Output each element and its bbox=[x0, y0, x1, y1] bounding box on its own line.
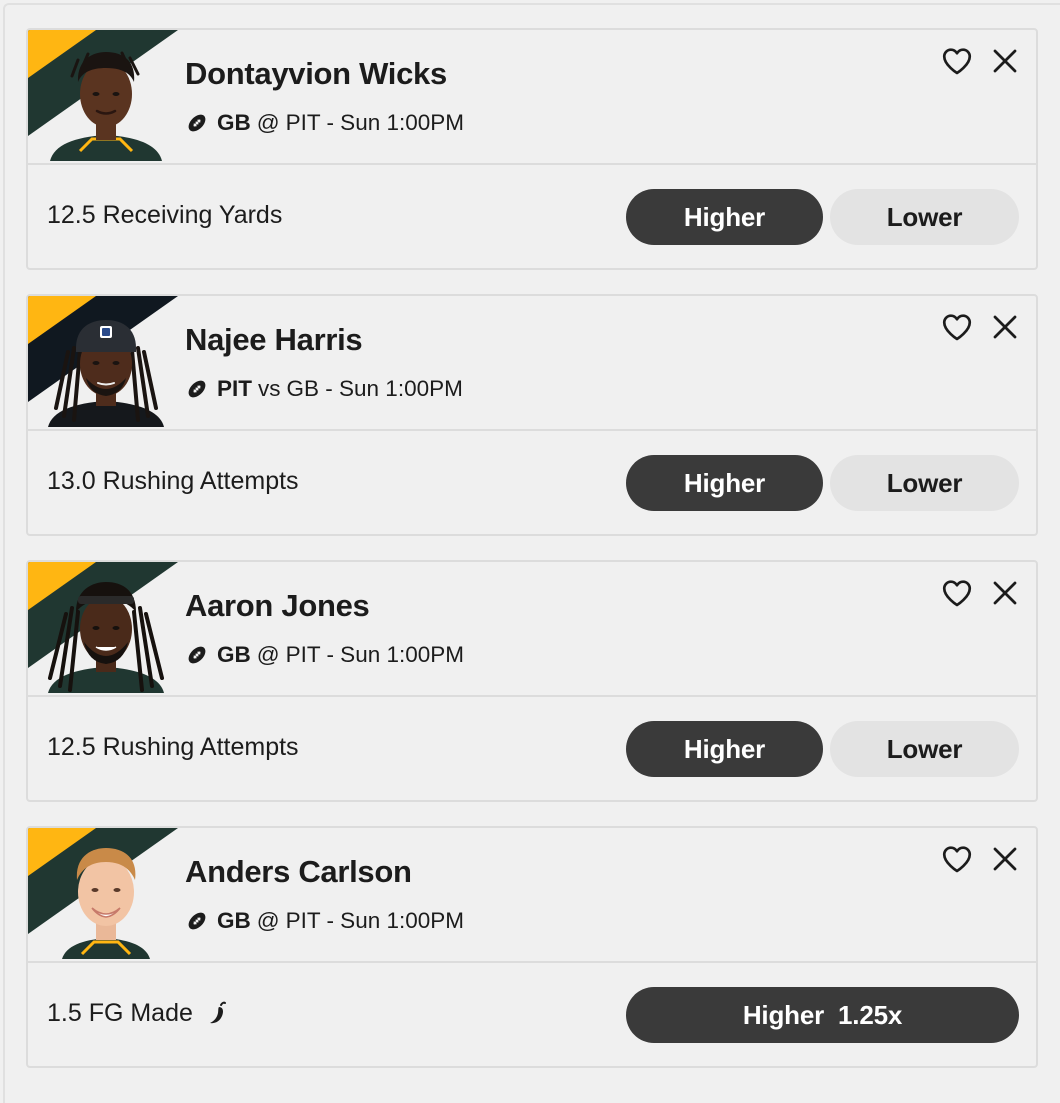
team-abbr: GB bbox=[217, 642, 251, 667]
card-pick-row: 1.5 FG Made Higher 1.25x bbox=[28, 963, 1036, 1066]
close-icon[interactable] bbox=[990, 578, 1020, 608]
higher-multiplier-button[interactable]: Higher 1.25x bbox=[626, 987, 1019, 1043]
card-header: Aaron Jones GB @ PIT - Sun 1:00PM bbox=[28, 562, 1036, 697]
player-card: Najee Harris PIT vs GB - Sun 1:00PM 13.0… bbox=[26, 294, 1038, 536]
player-avatar bbox=[40, 840, 172, 959]
card-header: Najee Harris PIT vs GB - Sun 1:00PM bbox=[28, 296, 1036, 431]
matchup-connector: vs bbox=[258, 376, 281, 401]
player-name: Dontayvion Wicks bbox=[185, 56, 447, 91]
opponent-time: PIT - Sun 1:00PM bbox=[285, 110, 465, 135]
player-name: Anders Carlson bbox=[185, 854, 412, 889]
card-pick-row: 12.5 Rushing Attempts Higher Lower bbox=[28, 697, 1036, 800]
team-abbr: GB bbox=[217, 908, 251, 933]
player-avatar bbox=[40, 308, 172, 427]
game-info: GB @ PIT - Sun 1:00PM bbox=[186, 908, 464, 934]
opponent-time: GB - Sun 1:00PM bbox=[286, 376, 463, 401]
football-icon bbox=[186, 910, 208, 932]
heart-icon[interactable] bbox=[940, 44, 974, 78]
player-name: Aaron Jones bbox=[185, 588, 370, 623]
lower-button[interactable]: Lower bbox=[830, 721, 1019, 777]
lower-button[interactable]: Lower bbox=[830, 189, 1019, 245]
stat-label: 13.0 Rushing Attempts bbox=[47, 467, 299, 495]
lower-button[interactable]: Lower bbox=[830, 455, 1019, 511]
heart-icon[interactable] bbox=[940, 310, 974, 344]
matchup-connector: @ bbox=[256, 908, 280, 933]
matchup-connector: @ bbox=[256, 642, 280, 667]
matchup-connector: @ bbox=[256, 110, 280, 135]
player-avatar bbox=[40, 42, 172, 161]
close-icon[interactable] bbox=[990, 312, 1020, 342]
player-card: Aaron Jones GB @ PIT - Sun 1:00PM 12.5 R… bbox=[26, 560, 1038, 802]
football-icon bbox=[186, 378, 208, 400]
higher-button[interactable]: Higher bbox=[626, 189, 823, 245]
player-card: Anders Carlson GB @ PIT - Sun 1:00PM 1.5… bbox=[26, 826, 1038, 1068]
team-abbr: GB bbox=[217, 110, 251, 135]
higher-button[interactable]: Higher bbox=[626, 721, 823, 777]
game-info: GB @ PIT - Sun 1:00PM bbox=[186, 642, 464, 668]
stat-label: 1.5 FG Made bbox=[47, 999, 193, 1027]
game-info: PIT vs GB - Sun 1:00PM bbox=[186, 376, 463, 402]
card-pick-row: 13.0 Rushing Attempts Higher Lower bbox=[28, 431, 1036, 534]
player-avatar bbox=[40, 574, 172, 693]
higher-button[interactable]: Higher bbox=[626, 455, 823, 511]
heart-icon[interactable] bbox=[940, 842, 974, 876]
player-card: Dontayvion Wicks GB @ PIT - Sun 1:00PM 1… bbox=[26, 28, 1038, 270]
card-pick-row: 12.5 Receiving Yards Higher Lower bbox=[28, 165, 1036, 268]
team-abbr: PIT bbox=[217, 376, 253, 401]
football-icon bbox=[186, 644, 208, 666]
opponent-time: PIT - Sun 1:00PM bbox=[285, 908, 465, 933]
stat-line: 1.5 FG Made bbox=[47, 999, 229, 1028]
close-icon[interactable] bbox=[990, 844, 1020, 874]
card-header: Dontayvion Wicks GB @ PIT - Sun 1:00PM bbox=[28, 30, 1036, 165]
stat-label: 12.5 Rushing Attempts bbox=[47, 733, 299, 761]
player-name: Najee Harris bbox=[185, 322, 363, 357]
close-icon[interactable] bbox=[990, 46, 1020, 76]
football-icon bbox=[186, 112, 208, 134]
heart-icon[interactable] bbox=[940, 576, 974, 610]
stat-line: 12.5 Receiving Yards bbox=[47, 201, 282, 230]
card-header: Anders Carlson GB @ PIT - Sun 1:00PM bbox=[28, 828, 1036, 963]
stat-line: 13.0 Rushing Attempts bbox=[47, 467, 299, 496]
chili-pepper-icon bbox=[209, 1001, 226, 1023]
stat-label: 12.5 Receiving Yards bbox=[47, 201, 283, 229]
opponent-time: PIT - Sun 1:00PM bbox=[285, 642, 465, 667]
game-info: GB @ PIT - Sun 1:00PM bbox=[186, 110, 464, 136]
stat-line: 12.5 Rushing Attempts bbox=[47, 733, 299, 762]
